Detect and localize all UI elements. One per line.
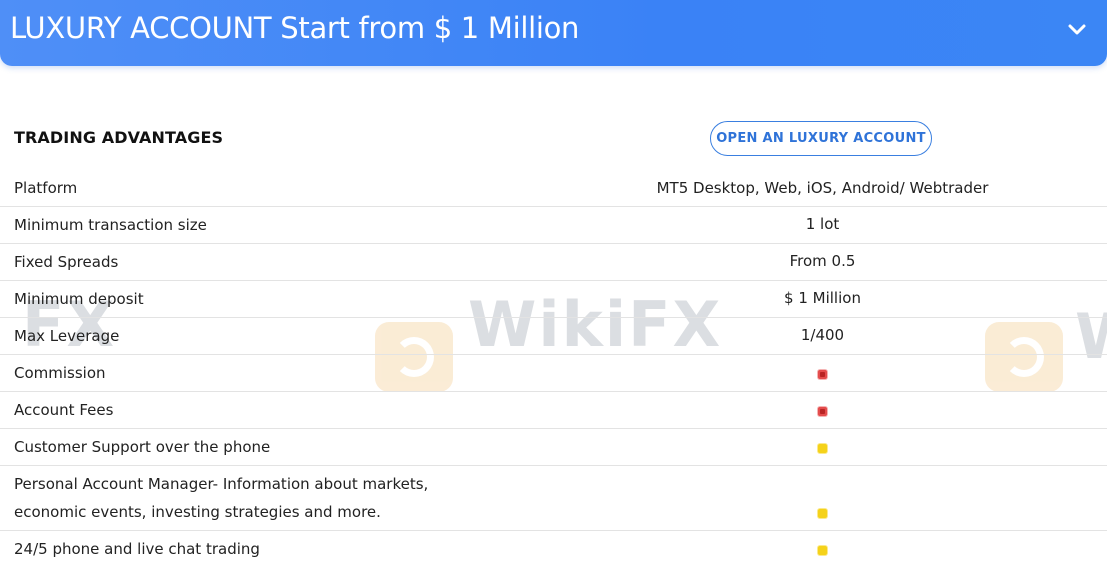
row-label: Minimum deposit — [14, 290, 144, 308]
row-label-line: Personal Account Manager- Information ab… — [14, 475, 429, 493]
row-value: 1 lot — [805, 215, 840, 233]
account-header-bar[interactable]: LUXURY ACCOUNT Start from $ 1 Million — [0, 0, 1107, 66]
row-label-line: economic events, investing strategies an… — [14, 503, 381, 521]
row-value: MT5 Desktop, Web, iOS, Android/ Webtrade… — [656, 179, 989, 197]
table-row: Account Fees — [0, 392, 1107, 429]
row-label: Customer Support over the phone — [14, 438, 271, 456]
table-row: Minimum deposit $ 1 Million — [0, 281, 1107, 318]
row-label: Minimum transaction size — [14, 216, 207, 234]
table-row: Personal Account Manager- Information ab… — [0, 466, 1107, 531]
row-label: Max Leverage — [14, 327, 120, 345]
row-label: Platform — [14, 179, 78, 197]
check-status-icon — [818, 509, 827, 518]
table-row: Fixed Spreads From 0.5 — [0, 244, 1107, 281]
row-label: Account Fees — [14, 401, 114, 419]
page: LUXURY ACCOUNT Start from $ 1 Million Wi… — [0, 0, 1107, 575]
table-row: Platform MT5 Desktop, Web, iOS, Android/… — [0, 170, 1107, 207]
section-title: TRADING ADVANTAGES — [14, 128, 224, 147]
row-value: $ 1 Million — [784, 289, 861, 307]
table-row: Minimum transaction size 1 lot — [0, 207, 1107, 244]
check-status-icon — [818, 444, 827, 453]
table-row: Commission — [0, 355, 1107, 392]
check-status-icon — [818, 546, 827, 555]
row-label: 24/5 phone and live chat trading — [14, 540, 260, 558]
row-value: From 0.5 — [789, 252, 856, 270]
table-row: Customer Support over the phone — [0, 429, 1107, 466]
row-label: Fixed Spreads — [14, 253, 119, 271]
row-label: Personal Account Manager- Information ab… — [14, 470, 534, 526]
chevron-down-icon[interactable] — [1065, 17, 1089, 41]
advantages-table: Platform MT5 Desktop, Web, iOS, Android/… — [0, 170, 1107, 568]
table-row: Max Leverage 1/400 — [0, 318, 1107, 355]
cross-status-icon — [818, 370, 827, 379]
row-value: 1/400 — [800, 326, 845, 344]
cross-status-icon — [818, 407, 827, 416]
account-title: LUXURY ACCOUNT Start from $ 1 Million — [10, 11, 580, 45]
table-row: 24/5 phone and live chat trading — [0, 531, 1107, 568]
open-account-button[interactable]: OPEN AN LUXURY ACCOUNT — [710, 121, 932, 156]
row-label: Commission — [14, 364, 106, 382]
